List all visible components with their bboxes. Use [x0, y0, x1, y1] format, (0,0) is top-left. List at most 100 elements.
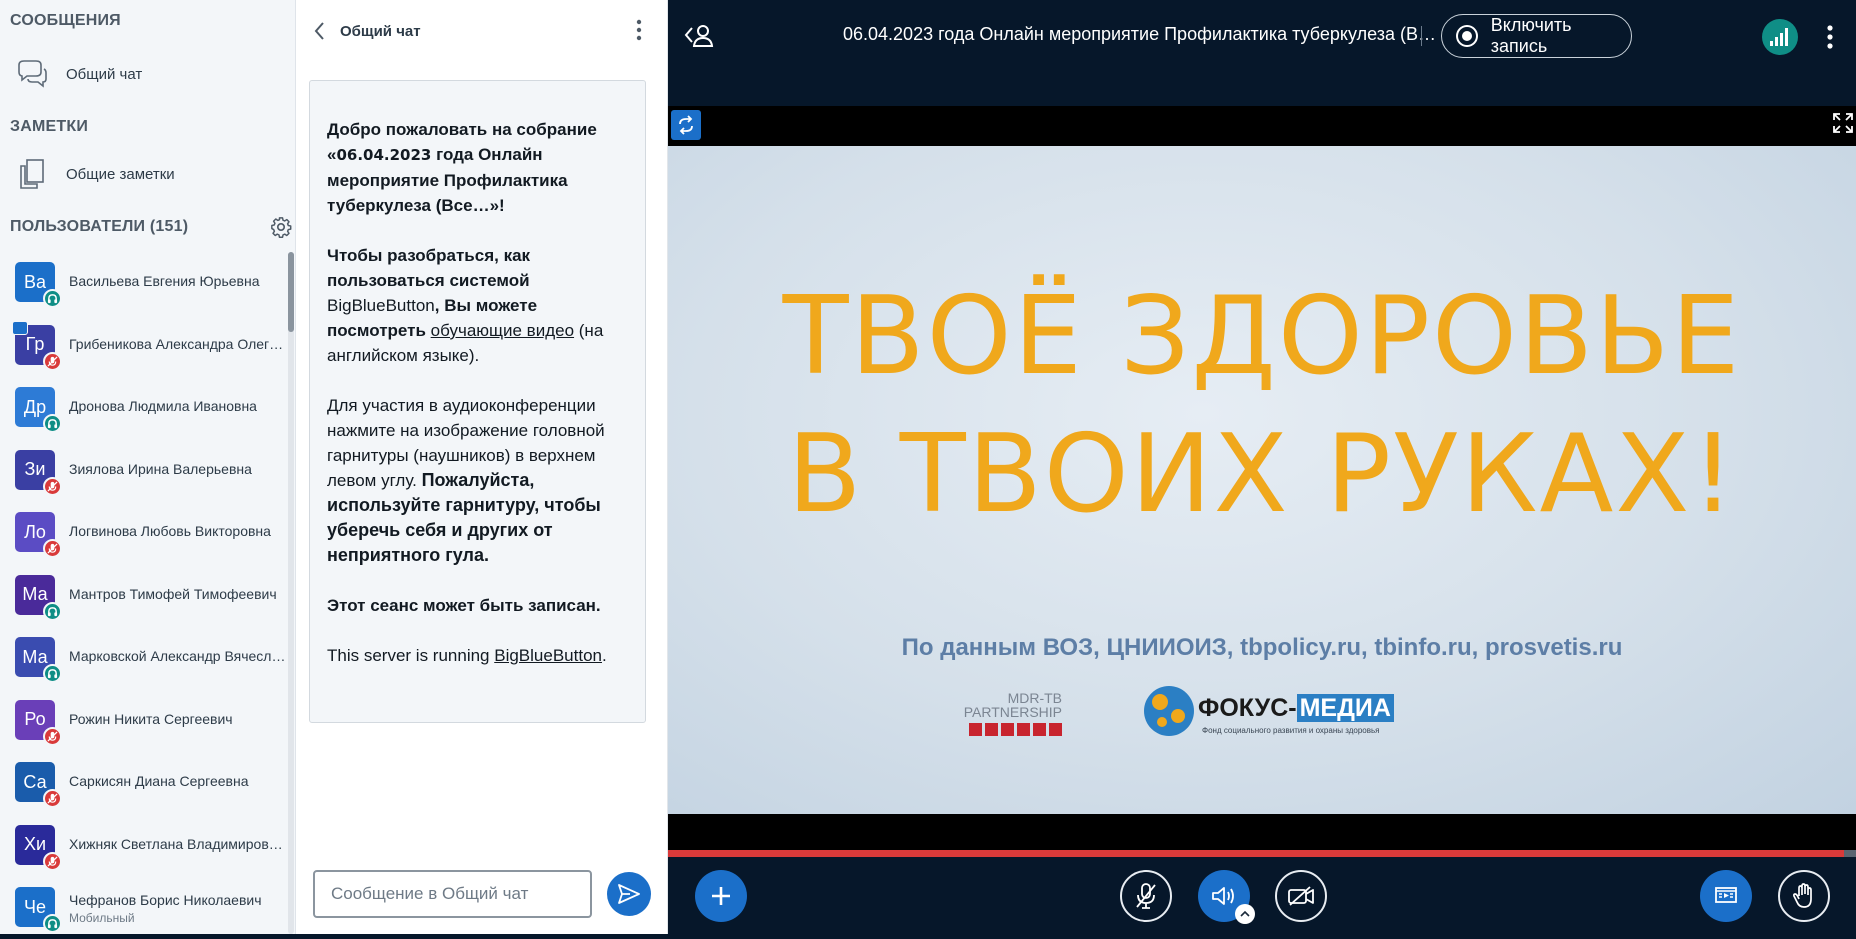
listen-only-headphones-icon — [43, 289, 62, 308]
user-name: Мантров Тимофей Тимофеевич — [69, 585, 277, 602]
chat-panel: Общий чат Добро пожаловать на собрание «… — [296, 0, 668, 934]
users-scrollbar[interactable] — [288, 252, 294, 934]
shared-notes-item[interactable]: Общие заметки — [14, 154, 175, 194]
mdr-logo-line2: PARTNERSHIP — [963, 704, 1062, 720]
welcome-message: Добро пожаловать на собрание «06.04.2023… — [309, 80, 646, 723]
user-name: Хижняк Светлана Владимиров… — [69, 835, 283, 852]
chevron-left-icon[interactable] — [312, 21, 328, 41]
user-options-gear-icon[interactable] — [270, 216, 292, 238]
connection-status-icon[interactable] — [1762, 19, 1798, 55]
public-chat-item[interactable]: Общий чат — [14, 54, 142, 94]
user-list-item[interactable]: Гр Грибеникова Александра Олег… — [12, 320, 285, 381]
bigbluebutton-link[interactable]: BigBlueButton — [494, 646, 602, 665]
record-icon — [1456, 25, 1478, 47]
welcome-paragraph-5: This server is running BigBlueButton. — [327, 643, 628, 668]
fokus-media-logo: ФОКУС- МЕДИА Фонд социального развития и … — [1142, 684, 1394, 740]
user-list-item[interactable]: Че Чефранов Борис Николаевич Мобильный — [15, 887, 285, 939]
chat-bubbles-icon — [14, 56, 50, 92]
presentation-icon — [1715, 887, 1737, 903]
user-list-item[interactable]: Зи Зиялова Ирина Валерьевна — [15, 449, 285, 506]
video-headline-line2: В ТВОИХ РУКАХ! — [787, 412, 1737, 537]
options-kebab-icon[interactable] — [1824, 24, 1836, 50]
user-name: Грибеникова Александра Олег… — [69, 335, 284, 352]
welcome-p5-a: This server is running — [327, 646, 495, 665]
send-message-button[interactable] — [607, 872, 651, 916]
plus-icon — [712, 887, 730, 905]
welcome-p2-a: Чтобы разобраться, как пользоваться сист… — [327, 246, 531, 290]
microphone-muted-icon — [1136, 883, 1156, 909]
fokus-logo-subtitle: Фонд социального развития и охраны здоро… — [1202, 726, 1380, 735]
user-list-sidebar: СООБЩЕНИЯ Общий чат ЗАМЕТКИ Общие заметк… — [0, 0, 296, 934]
user-list-item[interactable]: Са Саркисян Диана Сергеевна — [15, 762, 285, 818]
welcome-paragraph-1: Добро пожаловать на собрание «06.04.2023… — [327, 117, 628, 218]
user-name: Рожин Никита Сергеевич — [69, 710, 233, 727]
users-list: Ва Васильева Евгения Юрьевна Гр Грибеникова… — [0, 252, 296, 934]
fullscreen-icon[interactable] — [1832, 112, 1854, 134]
muted-mic-icon — [43, 351, 62, 371]
tutorial-video-link[interactable]: обучающие видео — [431, 321, 574, 340]
muted-mic-icon — [43, 851, 62, 871]
listen-only-headphones-icon — [43, 664, 62, 683]
welcome-paragraph-3: Для участия в аудиоконференции нажмите н… — [327, 393, 628, 568]
app-root: СООБЩЕНИЯ Общий чат ЗАМЕТКИ Общие заметк… — [0, 0, 1856, 939]
users-title-text: ПОЛЬЗОВАТЕЛИ — [10, 218, 146, 235]
user-name: Логвинова Любовь Викторовна — [69, 523, 271, 539]
title-divider — [1421, 26, 1422, 46]
user-list-item[interactable]: Ро Рожин Никита Сергеевич — [15, 699, 285, 756]
welcome-paragraph-2: Чтобы разобраться, как пользоваться сист… — [327, 243, 628, 368]
welcome-paragraph-4: Этот сеанс может быть записан. — [327, 593, 628, 618]
user-list-item[interactable]: Др Дронова Людмила Ивановна — [15, 387, 285, 443]
send-icon — [618, 884, 640, 904]
swap-presentation-button[interactable] — [671, 110, 701, 140]
messages-section-title: СООБЩЕНИЯ — [10, 12, 121, 29]
presenter-icon — [12, 320, 28, 335]
welcome-p4: Этот сеанс может быть записан. — [327, 596, 601, 615]
meeting-title: 06.04.2023 года Онлайн мероприятие Профи… — [843, 24, 1436, 44]
user-name: Дронова Людмила Ивановна — [69, 398, 257, 414]
public-chat-label: Общий чат — [66, 65, 143, 83]
welcome-p1-date: 06.04.2023 — [336, 146, 432, 164]
listen-only-headphones-icon — [43, 601, 62, 621]
user-list-item[interactable]: Ва Васильева Евгения Юрьевна — [15, 262, 285, 318]
present-screen-button[interactable] — [1700, 870, 1752, 922]
muted-mic-icon — [43, 726, 62, 746]
share-webcam-button[interactable] — [1275, 870, 1327, 922]
user-list-item[interactable]: Хи Хижняк Светлана Владимиров… — [15, 824, 285, 881]
camera-off-icon — [1288, 886, 1314, 906]
users-count: (151) — [149, 218, 189, 235]
welcome-p2-bbb: BigBlueButton — [327, 296, 435, 315]
user-device-label: Мобильный — [69, 911, 135, 925]
actions-plus-button[interactable] — [695, 870, 747, 922]
raise-hand-button[interactable] — [1778, 870, 1830, 922]
start-recording-label: Включить запись — [1490, 15, 1572, 56]
swap-icon — [679, 115, 693, 135]
audio-options-chevron-icon[interactable] — [1235, 904, 1255, 924]
notes-section-title: ЗАМЕТКИ — [10, 118, 89, 135]
external-video-player[interactable]: ТВОЁ ЗДОРОВЬЕ В ТВОИХ РУКАХ! По данным В… — [668, 146, 1856, 814]
start-recording-button[interactable]: Включить запись — [1441, 14, 1632, 58]
shared-notes-label: Общие заметки — [66, 165, 175, 183]
user-list-item[interactable]: Ма Мантров Тимофей Тимофеевич — [15, 574, 285, 631]
listen-only-headphones-icon — [43, 914, 62, 933]
chat-options-kebab-icon[interactable] — [634, 18, 644, 42]
chat-header[interactable]: Общий чат — [312, 18, 421, 44]
muted-mic-icon — [43, 789, 62, 808]
fokus-logo-text-a: ФОКУС- — [1198, 694, 1297, 722]
welcome-p5-b: . — [601, 646, 607, 665]
users-scrollbar-thumb[interactable] — [288, 252, 294, 332]
chat-message-input[interactable] — [313, 870, 592, 918]
user-list-item[interactable]: Ло Логвинова Любовь Викторовна — [15, 512, 285, 568]
speaker-audio-icon — [1212, 887, 1234, 905]
unmute-mic-button[interactable] — [1120, 870, 1172, 922]
notes-icon — [14, 156, 50, 192]
user-name: Саркисян Диана Сергеевна — [69, 773, 249, 789]
video-source-text: По данным ВОЗ, ЦНИИОИЗ, tbpolicy.ru, tbi… — [901, 634, 1623, 661]
user-list-item[interactable]: Ма Марковской Александр Вячесл… — [15, 637, 285, 693]
muted-mic-icon — [43, 476, 62, 496]
user-name: Васильева Евгения Юрьевна — [69, 273, 260, 289]
toggle-userlist-icon[interactable] — [684, 22, 714, 48]
fokus-logo-text-b: МЕДИА — [1296, 694, 1394, 722]
chat-title: Общий чат — [340, 22, 421, 40]
hand-icon — [1793, 883, 1812, 908]
muted-mic-icon — [43, 539, 62, 558]
